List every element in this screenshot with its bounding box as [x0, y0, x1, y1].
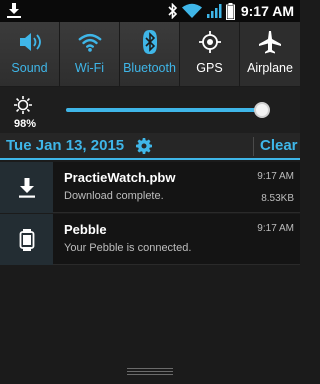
quick-setting-label: Bluetooth: [123, 61, 176, 75]
wifi-icon: [181, 3, 202, 18]
brightness-slider-thumb[interactable]: [254, 102, 270, 118]
notification-time: 9:17 AM: [257, 223, 294, 234]
download-icon: [0, 162, 53, 213]
quick-setting-label: Airplane: [247, 61, 293, 75]
notification-size: 8.53KB: [261, 193, 294, 204]
battery-icon: [225, 2, 235, 20]
brightness-control: 98%: [0, 87, 300, 133]
notification-text: Your Pebble is connected.: [64, 242, 192, 254]
brightness-icon[interactable]: [13, 95, 33, 115]
quick-settings-bar: Sound Wi-Fi Bluetooth GPS Airplane: [0, 22, 300, 86]
quick-setting-label: GPS: [196, 61, 223, 75]
watch-icon: [0, 214, 53, 265]
status-icons: 9:17 AM: [168, 0, 294, 22]
notification-title: PractieWatch.pbw: [64, 170, 176, 185]
date-bar: Tue Jan 13, 2015 Clear: [0, 133, 300, 160]
notification-pebble[interactable]: Pebble Your Pebble is connected. 9:17 AM: [0, 214, 300, 265]
wifi-icon: [78, 30, 102, 54]
quick-setting-airplane[interactable]: Airplane: [240, 22, 300, 86]
quick-setting-wifi[interactable]: Wi-Fi: [60, 22, 120, 86]
gear-icon[interactable]: [136, 138, 152, 154]
quick-setting-label: Wi-Fi: [74, 61, 105, 75]
bluetooth-icon: [168, 3, 177, 19]
notification-title: Pebble: [64, 222, 107, 237]
notification-time: 9:17 AM: [257, 171, 294, 182]
clear-button[interactable]: Clear: [260, 137, 298, 154]
quick-setting-gps[interactable]: GPS: [180, 22, 240, 86]
status-bar: 9:17 AM: [0, 0, 300, 22]
brightness-slider[interactable]: [66, 102, 270, 118]
volume-icon: [18, 30, 42, 54]
divider: [253, 137, 254, 156]
brightness-percent: 98%: [13, 118, 37, 130]
bluetooth-icon: [138, 30, 162, 54]
notification-text: Download complete.: [64, 190, 164, 202]
brightness-slider-fill: [66, 108, 262, 112]
quick-setting-bluetooth[interactable]: Bluetooth: [120, 22, 180, 86]
download-icon: [7, 3, 21, 18]
date-label: Tue Jan 13, 2015: [6, 137, 125, 154]
drag-handle[interactable]: [127, 368, 173, 376]
quick-setting-label: Sound: [11, 61, 48, 75]
gps-icon: [198, 30, 222, 54]
notification-download[interactable]: PractieWatch.pbw Download complete. 9:17…: [0, 162, 300, 213]
airplane-icon: [258, 30, 282, 54]
status-time: 9:17 AM: [240, 3, 294, 19]
empty-area: [0, 266, 300, 384]
signal-icon: [206, 4, 222, 18]
quick-setting-sound[interactable]: Sound: [0, 22, 60, 86]
